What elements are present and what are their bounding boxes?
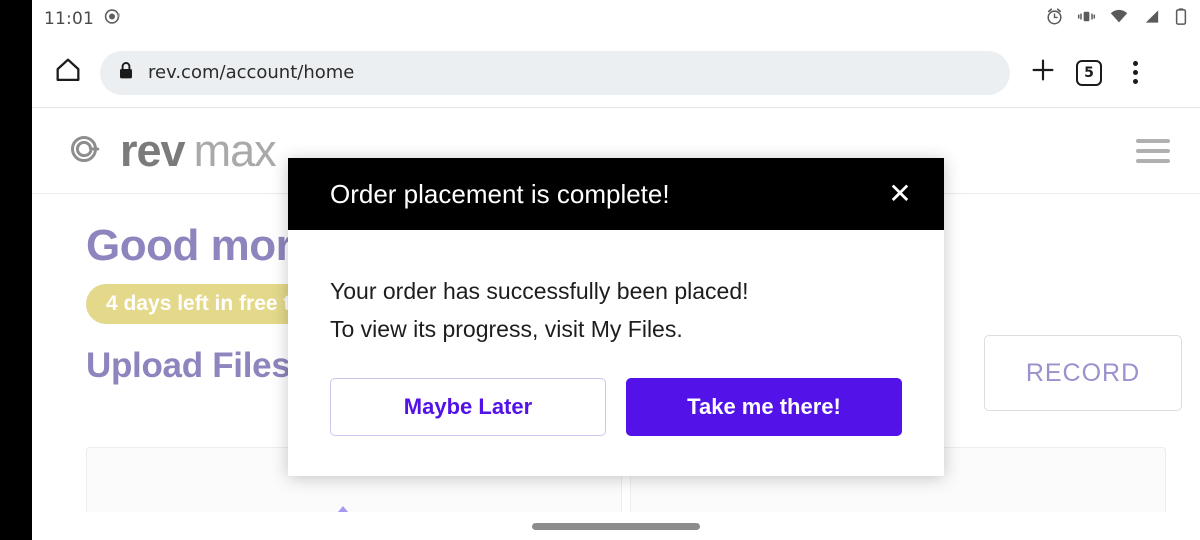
phone-viewport: 11:01 rev.com/account/home 5 rev max Goo… [32,0,1200,540]
url-text[interactable]: rev.com/account/home [148,62,354,83]
gesture-nav-bar [32,512,1200,540]
logo-product-text: max [193,125,277,176]
modal-message-line-1: Your order has successfully been placed! [330,278,749,304]
wifi-icon [1109,7,1129,31]
screen-record-icon [104,8,121,30]
home-icon [54,56,82,89]
more-vertical-icon [1132,61,1138,84]
close-icon[interactable]: ✕ [878,172,922,216]
status-bar-right [1045,7,1188,31]
battery-icon [1174,7,1188,31]
vibrate-icon [1077,7,1096,31]
maybe-later-button[interactable]: Maybe Later [330,377,606,436]
new-tab-button[interactable] [1020,50,1066,96]
home-button[interactable] [46,51,90,95]
modal-message: Your order has successfully been placed!… [330,273,902,349]
logo-wordmark: rev max [120,125,277,177]
tab-switcher-button[interactable]: 5 [1066,50,1112,96]
web-page-content: rev max Good morning 4 days left in free… [32,109,1200,540]
status-bar: 11:01 [32,0,1200,38]
home-gesture-pill[interactable] [532,522,700,530]
phone-screenshot: 11:01 rev.com/account/home 5 rev max Goo… [0,0,1200,540]
status-bar-left: 11:01 [44,8,121,30]
status-bar-clock: 11:01 [44,9,94,29]
record-button[interactable]: RECORD [984,335,1182,411]
modal-message-line-2: To view its progress, visit My Files. [330,315,683,342]
rev-max-logo[interactable]: rev max [62,125,277,177]
rev-spiral-icon [62,127,106,176]
url-bar[interactable]: rev.com/account/home [100,50,1010,95]
alarm-clock-icon [1045,7,1064,31]
hamburger-icon[interactable] [1136,139,1170,163]
modal-header: Order placement is complete! ✕ [288,158,944,230]
lock-icon [118,61,134,85]
signal-icon [1142,7,1161,31]
browser-toolbar: rev.com/account/home 5 [32,38,1200,108]
browser-menu-button[interactable] [1112,50,1158,96]
tab-count-badge: 5 [1076,59,1102,86]
modal-actions: Maybe Later Take me there! [330,377,902,436]
take-me-there-button[interactable]: Take me there! [626,377,902,436]
modal-title: Order placement is complete! [330,178,670,209]
plus-icon [1030,57,1056,88]
logo-brand-text: rev [120,125,186,176]
modal-body: Your order has successfully been placed!… [288,230,944,476]
order-complete-modal: Order placement is complete! ✕ Your orde… [288,158,944,476]
